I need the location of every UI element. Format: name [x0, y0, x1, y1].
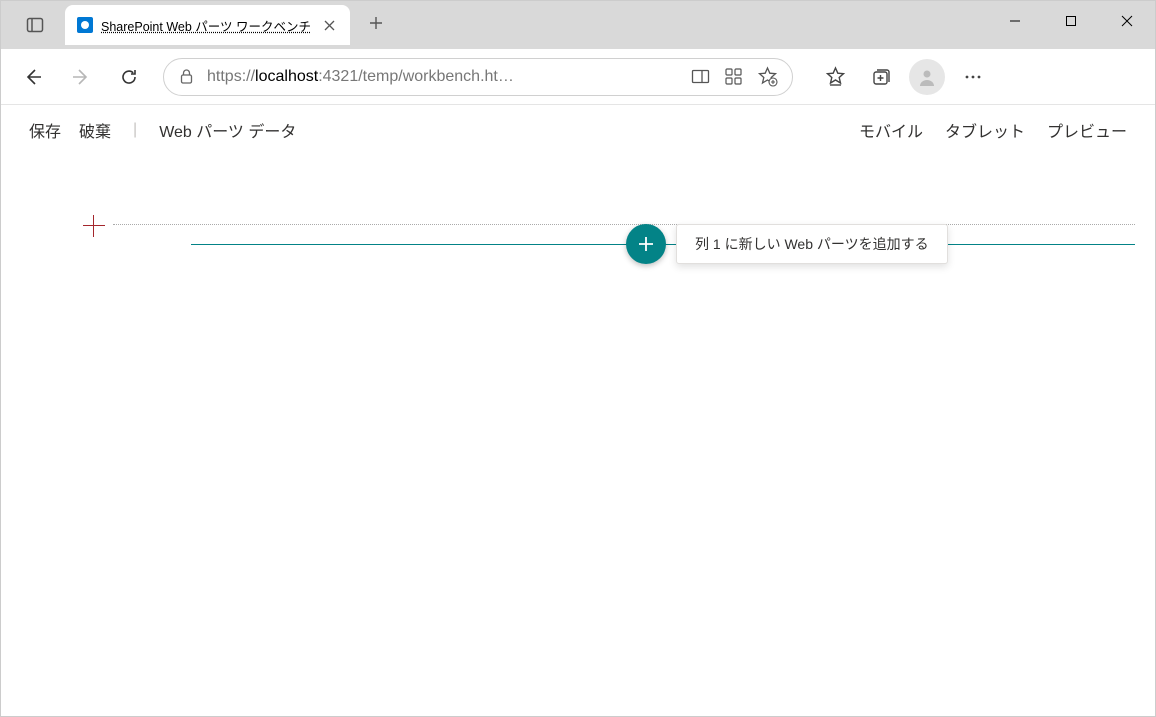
site-info-icon[interactable]	[178, 68, 195, 85]
add-section-icon[interactable]	[83, 215, 105, 237]
close-tab-icon[interactable]	[320, 16, 338, 34]
collections-icon[interactable]	[859, 55, 903, 99]
add-webpart-button[interactable]	[626, 224, 666, 264]
profile-avatar-icon	[909, 59, 945, 95]
sharepoint-icon	[77, 17, 93, 33]
browser-titlebar: SharePoint Web パーツ ワークベンチ	[1, 1, 1155, 49]
url-text: https://localhost:4321/temp/workbench.ht…	[207, 68, 683, 86]
close-window-button[interactable]	[1099, 1, 1155, 41]
preview-button[interactable]: プレビュー	[1047, 118, 1127, 142]
favorite-add-icon[interactable]	[757, 66, 778, 87]
add-webpart-tooltip: 列 1 に新しい Web パーツを追加する	[676, 224, 948, 264]
webpart-data-button[interactable]: Web パーツ データ	[159, 118, 296, 142]
browser-tab[interactable]: SharePoint Web パーツ ワークベンチ	[65, 5, 350, 45]
section-divider	[113, 224, 1135, 225]
tab-actions-icon[interactable]	[17, 7, 53, 43]
back-button[interactable]	[11, 55, 55, 99]
discard-button[interactable]: 破棄	[79, 118, 111, 142]
tab-title: SharePoint Web パーツ ワークベンチ	[101, 16, 312, 35]
forward-button	[59, 55, 103, 99]
tablet-button[interactable]: タブレット	[945, 118, 1025, 142]
favorites-icon[interactable]	[813, 55, 857, 99]
app-grid-icon[interactable]	[724, 66, 743, 87]
minimize-button[interactable]	[987, 1, 1043, 41]
address-bar[interactable]: https://localhost:4321/temp/workbench.ht…	[163, 58, 793, 96]
reader-icon[interactable]	[691, 66, 710, 87]
mobile-button[interactable]: モバイル	[859, 118, 923, 142]
workbench-toolbar: 保存 破棄 | Web パーツ データ モバイル タブレット プレビュー	[1, 105, 1155, 155]
save-button[interactable]: 保存	[29, 118, 61, 142]
separator: |	[133, 121, 137, 139]
refresh-button[interactable]	[107, 55, 151, 99]
maximize-button[interactable]	[1043, 1, 1099, 41]
more-icon[interactable]	[951, 55, 995, 99]
browser-toolbar: https://localhost:4321/temp/workbench.ht…	[1, 49, 1155, 105]
new-tab-button[interactable]	[360, 7, 392, 39]
profile-button[interactable]	[905, 55, 949, 99]
workbench-page: 保存 破棄 | Web パーツ データ モバイル タブレット プレビュー 列 1…	[1, 105, 1155, 716]
tooltip-text: 列 1 に新しい Web パーツを追加する	[695, 234, 929, 254]
